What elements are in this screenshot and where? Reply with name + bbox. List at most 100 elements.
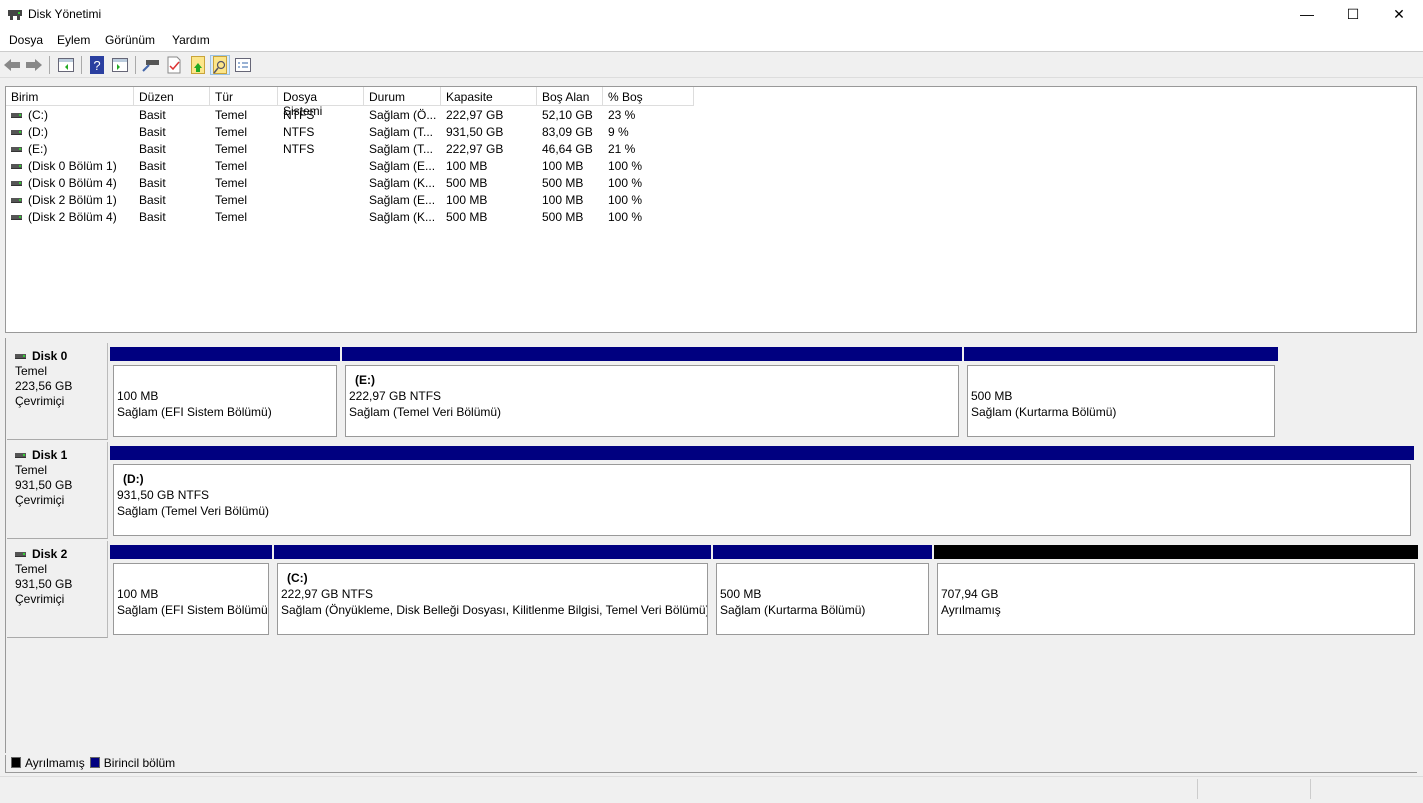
connect-disk-icon[interactable] — [141, 55, 161, 75]
cell-3 — [278, 208, 364, 225]
column-header-2[interactable]: Tür — [210, 87, 278, 106]
cell-text: Basit — [139, 108, 166, 122]
table-row[interactable]: (Disk 2 Bölüm 4) Basit Temel Sağlam (K... 50… — [6, 208, 706, 225]
table-row[interactable]: (Disk 0 Bölüm 4) Basit Temel Sağlam (K... 50… — [6, 174, 706, 191]
menu-dosya[interactable]: Dosya — [9, 33, 43, 47]
column-header-6[interactable]: Boş Alan — [537, 87, 603, 106]
cell-text: 100 % — [608, 176, 643, 190]
cell-0: (C:) — [6, 106, 134, 123]
column-header-7[interactable]: % Boş — [603, 87, 694, 106]
partition[interactable]: 100 MB Sağlam (EFI Sistem Bölümü) — [110, 545, 272, 638]
disk-name-text: Disk 1 — [32, 448, 68, 462]
cell-5: 100 MB — [441, 191, 537, 208]
disk-icon — [15, 552, 26, 558]
table-row[interactable]: (E:) Basit Temel NTFS Sağlam (T... 222,97 GB 4… — [6, 140, 706, 157]
partition[interactable]: 500 MB Sağlam (Kurtarma Bölümü) — [713, 545, 932, 638]
menu-gorunum[interactable]: Görünüm — [105, 33, 155, 47]
partition-type-bar — [110, 446, 1414, 460]
drive-icon — [11, 164, 22, 170]
menu-bar: Dosya Eylem Görünüm Yardım — [0, 28, 1423, 52]
disk-management-app-icon — [8, 7, 22, 21]
cell-3 — [278, 174, 364, 191]
cell-6: 46,64 GB — [537, 140, 603, 157]
disk-label[interactable]: Disk 2 Temel 931,50 GB Çevrimiçi — [7, 541, 108, 638]
table-row[interactable]: (D:) Basit Temel NTFS Sağlam (T... 931,50 GB 8… — [6, 123, 706, 140]
partition-size: 222,97 GB NTFS — [281, 587, 374, 601]
minimize-button[interactable]: — — [1284, 0, 1330, 28]
column-header-1[interactable]: Düzen — [134, 87, 210, 106]
cell-1: Basit — [134, 157, 210, 174]
cell-text: Temel — [215, 159, 248, 173]
toolbar-separator — [49, 56, 50, 74]
disk-icon — [15, 453, 26, 459]
legend-swatch-unallocated — [11, 757, 21, 768]
partition[interactable]: 100 MB Sağlam (EFI Sistem Bölümü) — [110, 347, 340, 440]
find-icon[interactable] — [210, 55, 230, 75]
partition[interactable]: (C:) 222,97 GB NTFS Sağlam (Önyükleme, Dis… — [274, 545, 711, 638]
table-row[interactable]: (C:) Basit Temel NTFS Sağlam (Ö... 222,97 GB 5… — [6, 106, 706, 123]
back-icon[interactable] — [2, 55, 22, 75]
partition-status: Sağlam (Temel Veri Bölümü) — [349, 405, 502, 419]
partition-size: 931,50 GB NTFS — [117, 488, 210, 502]
partition-type-bar — [934, 545, 1418, 559]
partition-label — [720, 570, 928, 586]
show-hide-action-pane-icon[interactable] — [110, 55, 130, 75]
disk-status: Çevrimiçi — [15, 493, 65, 507]
cell-text: Basit — [139, 210, 166, 224]
drive-icon — [11, 113, 22, 119]
disk-label[interactable]: Disk 0 Temel 223,56 GB Çevrimiçi — [7, 343, 108, 440]
show-hide-console-tree-icon[interactable] — [56, 55, 76, 75]
table-row[interactable]: (Disk 0 Bölüm 1) Basit Temel Sağlam (E... 10… — [6, 157, 706, 174]
partition-details: 100 MB Sağlam (EFI Sistem Bölümü) — [113, 563, 269, 635]
cell-text: 9 % — [608, 125, 629, 139]
partition-size: 100 MB — [117, 587, 159, 601]
cell-5: 222,97 GB — [441, 106, 537, 123]
disk-label[interactable]: Disk 1 Temel 931,50 GB Çevrimiçi — [7, 442, 108, 539]
menu-eylem[interactable]: Eylem — [57, 33, 90, 47]
forward-icon[interactable] — [24, 55, 44, 75]
column-header-5[interactable]: Kapasite — [441, 87, 537, 106]
partition[interactable]: (E:) 222,97 GB NTFS Sağlam (Temel Veri Böl… — [342, 347, 962, 440]
cell-text: Temel — [215, 176, 248, 190]
partition[interactable]: 707,94 GB Ayrılmamış — [934, 545, 1418, 638]
cell-4: Sağlam (Ö... — [364, 106, 441, 123]
column-header-4[interactable]: Durum — [364, 87, 441, 106]
cell-text: Sağlam (T... — [369, 142, 434, 156]
menu-yardim[interactable]: Yardım — [172, 33, 210, 47]
partition-type-bar — [110, 347, 340, 361]
drive-icon — [11, 130, 22, 136]
check-properties-icon[interactable] — [164, 55, 184, 75]
cell-5: 500 MB — [441, 174, 537, 191]
help-icon[interactable]: ? — [87, 55, 107, 75]
partition[interactable]: 500 MB Sağlam (Kurtarma Bölümü) — [964, 347, 1278, 440]
cell-text: 100 MB — [542, 193, 584, 207]
column-header-0[interactable]: Birim — [6, 87, 134, 106]
drive-icon — [11, 215, 22, 221]
cell-text: Temel — [215, 193, 248, 207]
cell-4: Sağlam (E... — [364, 191, 441, 208]
close-button[interactable]: ✕ — [1376, 0, 1422, 28]
cell-text: 500 MB — [446, 210, 488, 224]
cell-1: Basit — [134, 174, 210, 191]
partition-details: (E:) 222,97 GB NTFS Sağlam (Temel Veri Böl… — [345, 365, 959, 437]
up-folder-icon[interactable] — [188, 55, 208, 75]
cell-text: 100 MB — [542, 159, 584, 173]
cell-1: Basit — [134, 123, 210, 140]
cell-text: 100 MB — [446, 193, 488, 207]
cell-text: 931,50 GB — [446, 125, 504, 139]
cell-5: 500 MB — [441, 208, 537, 225]
column-header-3[interactable]: Dosya Sistemi — [278, 87, 364, 118]
cell-2: Temel — [210, 157, 278, 174]
partition-type-bar — [713, 545, 932, 559]
maximize-button[interactable]: ☐ — [1330, 0, 1376, 28]
partition-details: 500 MB Sağlam (Kurtarma Bölümü) — [967, 365, 1275, 437]
cell-2: Temel — [210, 174, 278, 191]
partition-size: 222,97 GB NTFS — [349, 389, 442, 403]
cell-4: Sağlam (T... — [364, 123, 441, 140]
partition[interactable]: (D:) 931,50 GB NTFS Sağlam (Temel Veri Böl… — [110, 446, 1414, 539]
cell-0: (Disk 2 Bölüm 4) — [6, 208, 134, 225]
table-row[interactable]: (Disk 2 Bölüm 1) Basit Temel Sağlam (E... 10… — [6, 191, 706, 208]
cell-text: (E:) — [28, 142, 48, 156]
list-view-icon[interactable] — [233, 55, 253, 75]
partition-label — [117, 372, 336, 388]
